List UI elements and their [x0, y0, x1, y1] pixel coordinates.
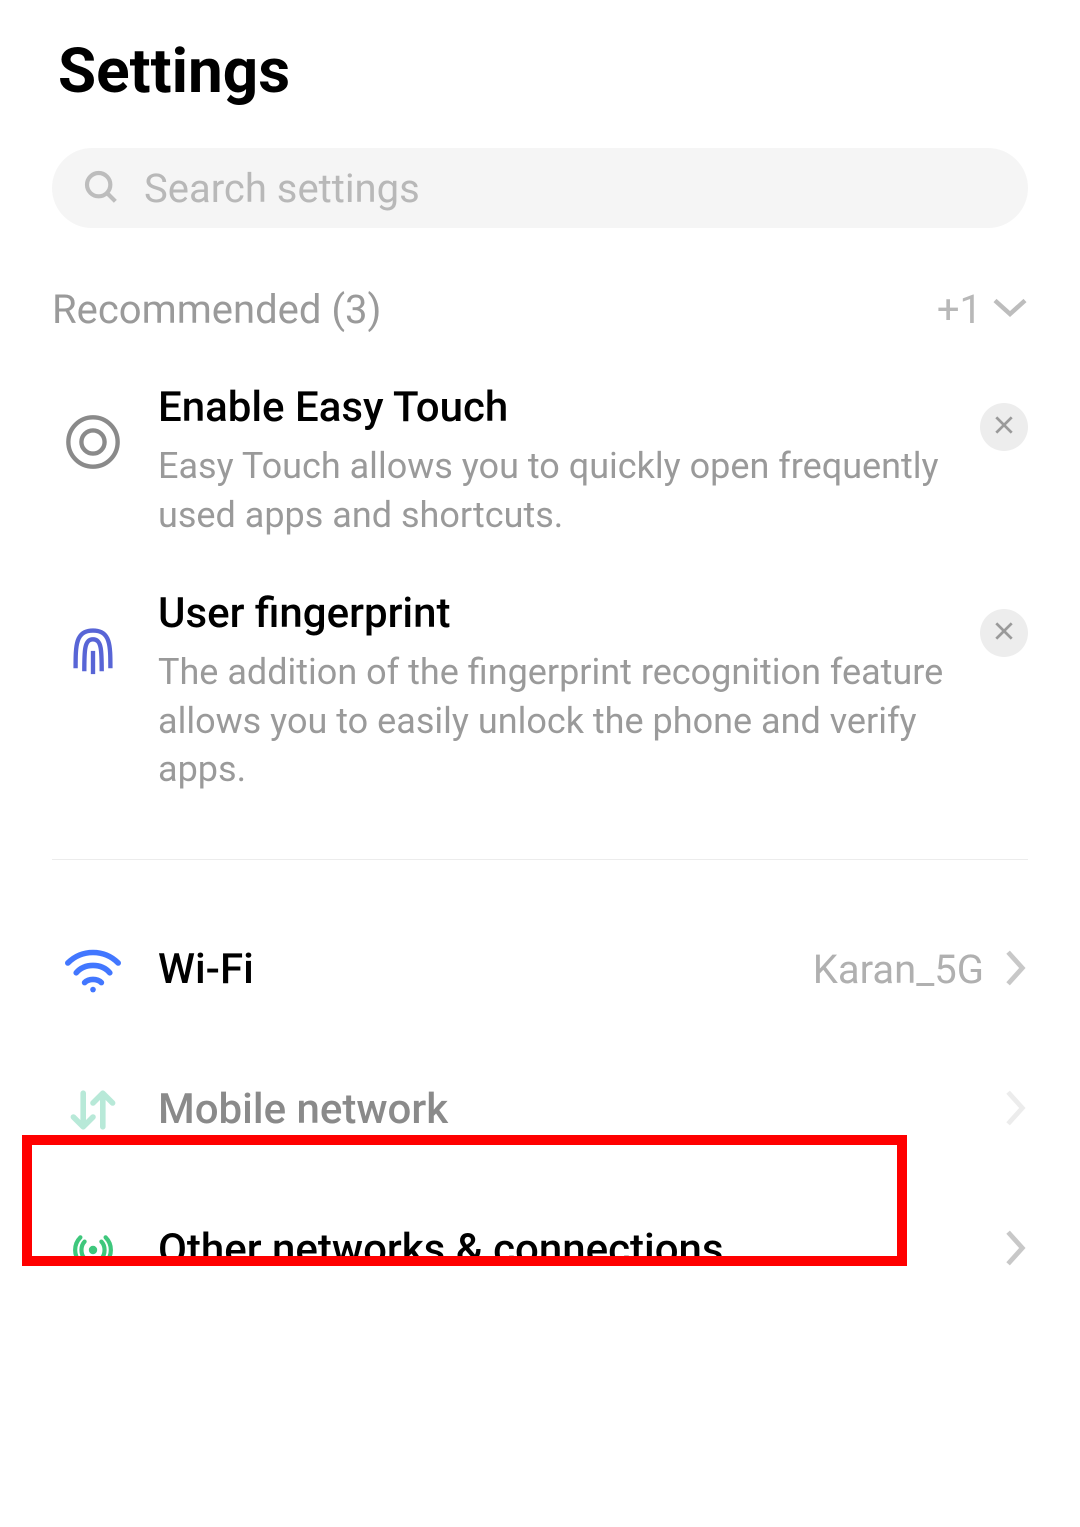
divider — [52, 859, 1028, 860]
chevron-right-icon — [1004, 949, 1028, 991]
chevron-down-icon — [992, 297, 1028, 323]
wifi-icon — [58, 942, 128, 998]
settings-item-mobile-network[interactable]: Mobile network — [0, 1040, 1080, 1180]
dismiss-button[interactable] — [980, 609, 1028, 657]
settings-item-label: Mobile network — [158, 1085, 1004, 1134]
settings-list: Wi-Fi Karan_5G Mobile network — [0, 900, 1080, 1320]
close-icon — [993, 414, 1015, 440]
dismiss-button[interactable] — [980, 403, 1028, 451]
page-title: Settings — [0, 0, 1080, 108]
search-input[interactable]: Search settings — [52, 148, 1028, 228]
chevron-right-icon — [1004, 1229, 1028, 1271]
chevron-right-icon — [1004, 1089, 1028, 1131]
recommended-item-easy-touch[interactable]: Enable Easy Touch Easy Touch allows you … — [0, 333, 1080, 539]
easy-touch-icon — [64, 413, 122, 471]
search-placeholder: Search settings — [144, 165, 420, 212]
fingerprint-icon — [64, 619, 122, 677]
recommended-label: Recommended (3) — [52, 286, 381, 333]
close-icon — [993, 620, 1015, 646]
recommended-item-title: User fingerprint — [158, 589, 950, 638]
settings-item-other-networks[interactable]: Other networks & connections — [0, 1180, 1080, 1320]
mobile-data-icon — [58, 1082, 128, 1138]
recommended-item-title: Enable Easy Touch — [158, 383, 950, 432]
recommended-item-fingerprint[interactable]: User fingerprint The addition of the fin… — [0, 539, 1080, 794]
hotspot-icon — [58, 1222, 128, 1278]
recommended-item-description: Easy Touch allows you to quickly open fr… — [158, 442, 950, 539]
settings-item-label: Wi-Fi — [158, 945, 813, 994]
recommended-more-count: +1 — [937, 286, 982, 333]
recommended-header: Recommended (3) +1 — [0, 228, 1080, 333]
settings-item-value: Karan_5G — [813, 946, 984, 993]
recommended-expand-button[interactable]: +1 — [937, 286, 1028, 333]
recommended-item-description: The addition of the fingerprint recognit… — [158, 648, 950, 794]
settings-item-wifi[interactable]: Wi-Fi Karan_5G — [0, 900, 1080, 1040]
settings-item-label: Other networks & connections — [158, 1225, 1004, 1274]
search-icon — [82, 168, 122, 208]
